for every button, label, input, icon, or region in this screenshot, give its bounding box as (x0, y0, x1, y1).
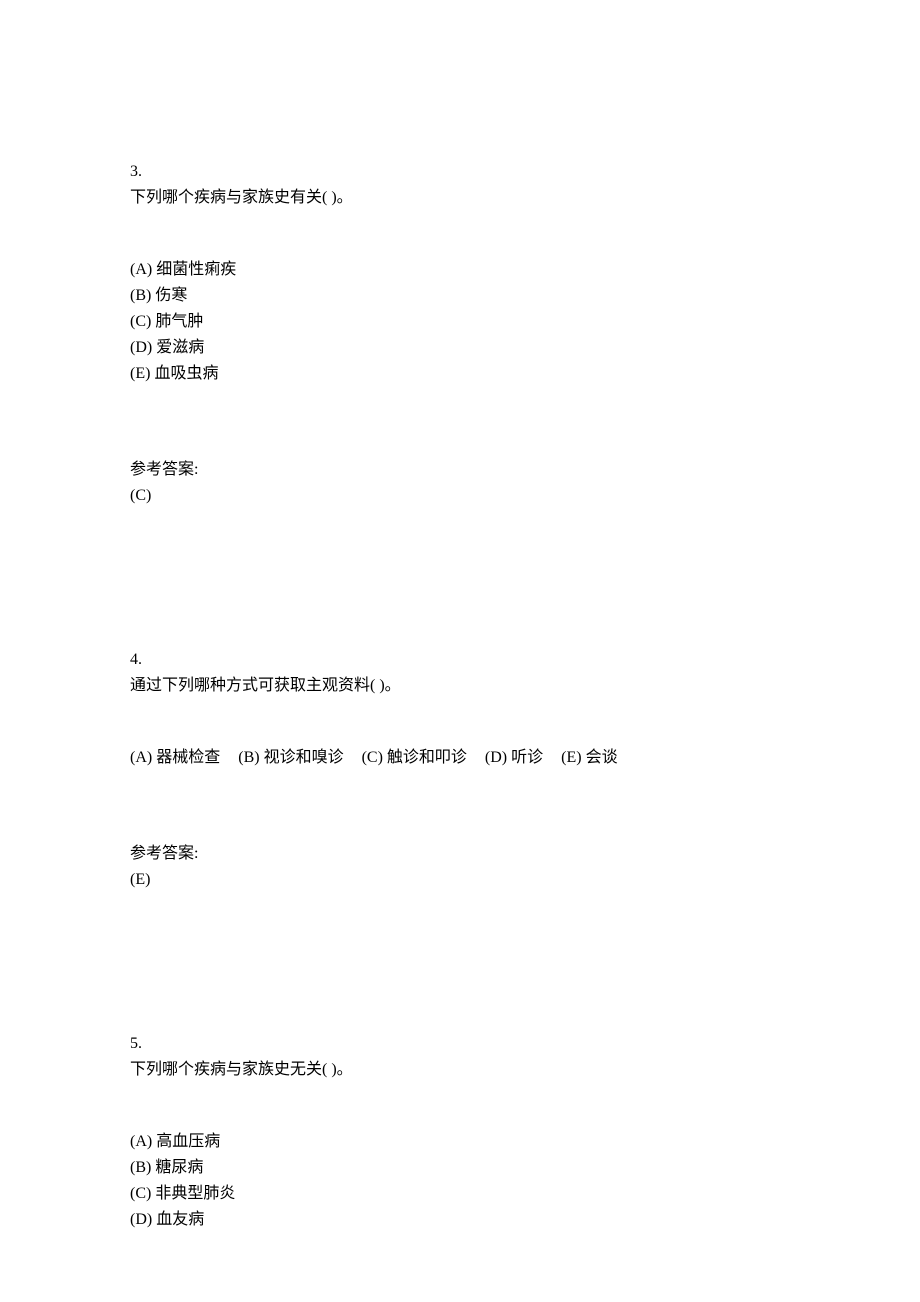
option-text: 会谈 (586, 749, 618, 766)
answer-value: (C) (130, 484, 790, 508)
question-block: 5.下列哪个疾病与家族史无关( )。(A) 高血压病(B) 糖尿病(C) 非典型… (130, 1032, 790, 1232)
option-label: (C) (362, 749, 383, 766)
option-label: (E) (130, 365, 150, 382)
option-text: 伤寒 (155, 287, 187, 304)
document-content: 3.下列哪个疾病与家族史有关( )。(A) 细菌性痢疾(B) 伤寒(C) 肺气肿… (130, 160, 790, 1232)
option-text: 器械检查 (156, 749, 220, 766)
question-text: 下列哪个疾病与家族史无关( )。 (130, 1058, 790, 1082)
option-text: 听诊 (511, 749, 543, 766)
question-text: 通过下列哪种方式可获取主观资料( )。 (130, 674, 790, 698)
answer-label: 参考答案: (130, 458, 790, 482)
option-label: (D) (130, 339, 152, 356)
option-item: (C) 非典型肺炎 (130, 1182, 790, 1206)
option-text: 非典型肺炎 (155, 1185, 235, 1202)
option-label: (C) (130, 1185, 151, 1202)
answer-label: 参考答案: (130, 842, 790, 866)
option-text: 肺气肿 (155, 313, 203, 330)
option-label: (B) (238, 749, 259, 766)
option-item: (A) 高血压病 (130, 1130, 790, 1154)
options-list: (A) 高血压病(B) 糖尿病(C) 非典型肺炎(D) 血友病 (130, 1130, 790, 1232)
question-block: 4.通过下列哪种方式可获取主观资料( )。 (A) 器械检查 (B) 视诊和嗅诊 (C… (130, 648, 790, 892)
option-item: (D) 听诊 (485, 746, 543, 770)
option-item: (E) 血吸虫病 (130, 362, 790, 386)
option-item: (C) 肺气肿 (130, 310, 790, 334)
option-item: (C) 触诊和叩诊 (362, 746, 467, 770)
option-label: (E) (561, 749, 581, 766)
option-text: 血友病 (156, 1211, 204, 1228)
option-text: 血吸虫病 (154, 365, 218, 382)
option-text: 糖尿病 (155, 1159, 203, 1176)
option-label: (B) (130, 287, 151, 304)
options-list: (A) 器械检查 (B) 视诊和嗅诊 (C) 触诊和叩诊 (D) 听诊 (E) 会谈 (130, 746, 790, 770)
option-item: (B) 糖尿病 (130, 1156, 790, 1180)
option-label: (D) (130, 1211, 152, 1228)
option-label: (C) (130, 313, 151, 330)
option-item: (D) 爱滋病 (130, 336, 790, 360)
option-text: 视诊和嗅诊 (264, 749, 344, 766)
question-block: 3.下列哪个疾病与家族史有关( )。(A) 细菌性痢疾(B) 伤寒(C) 肺气肿… (130, 160, 790, 508)
option-label: (A) (130, 261, 152, 278)
options-list: (A) 细菌性痢疾(B) 伤寒(C) 肺气肿(D) 爱滋病(E) 血吸虫病 (130, 258, 790, 386)
option-item: (B) 视诊和嗅诊 (238, 746, 343, 770)
question-text: 下列哪个疾病与家族史有关( )。 (130, 186, 790, 210)
option-item: (A) 器械检查 (130, 746, 220, 770)
option-label: (A) (130, 1133, 152, 1150)
option-item: (A) 细菌性痢疾 (130, 258, 790, 282)
option-item: (D) 血友病 (130, 1208, 790, 1232)
option-label: (A) (130, 749, 152, 766)
option-text: 爱滋病 (156, 339, 204, 356)
option-label: (D) (485, 749, 507, 766)
question-number: 5. (130, 1032, 790, 1056)
option-text: 高血压病 (156, 1133, 220, 1150)
option-item: (B) 伤寒 (130, 284, 790, 308)
option-label: (B) (130, 1159, 151, 1176)
answer-value: (E) (130, 868, 790, 892)
question-number: 4. (130, 648, 790, 672)
option-item: (E) 会谈 (561, 746, 617, 770)
option-text: 细菌性痢疾 (156, 261, 236, 278)
option-text: 触诊和叩诊 (387, 749, 467, 766)
question-number: 3. (130, 160, 790, 184)
